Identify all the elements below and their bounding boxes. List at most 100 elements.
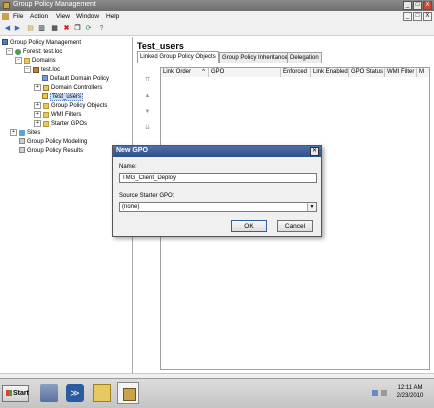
move-up-icon[interactable]: ▲ [144,93,151,100]
expand-icon[interactable]: + [34,120,41,127]
tree-label: Group Policy Management [10,40,82,46]
collapse-icon[interactable]: − [24,66,31,73]
tree-node-modeling[interactable]: Group Policy Modeling [19,138,87,146]
delete-icon[interactable]: ✖ [62,25,71,33]
explorer-icon[interactable] [93,384,111,402]
tree-node-default-policy[interactable]: Default Domain Policy [42,75,109,83]
powershell-icon[interactable]: ≫ [66,384,84,402]
move-bottom-icon[interactable]: ⇊ [144,125,151,132]
name-label: Name: [119,164,137,170]
tree-node-test-users[interactable]: Test_users [42,93,84,101]
group-policy-icon [123,388,136,401]
collapse-icon[interactable]: − [6,48,13,55]
server-manager-icon[interactable] [40,384,58,402]
gpo-link-icon [42,75,48,82]
source-starter-select[interactable]: (none) ▼ [119,202,317,212]
network-tray-icon[interactable] [372,390,378,396]
forward-icon[interactable]: ▶ [13,25,22,33]
tree-node-gpo-objects[interactable]: + Group Policy Objects [34,102,107,110]
tree-label: WMI Filters [51,112,82,119]
tab-linked-gpos[interactable]: Linked Group Policy Objects [137,51,219,63]
window-title: Group Policy Management [13,1,96,8]
tree-node-results[interactable]: Group Policy Results [19,147,83,155]
menu-window[interactable]: Window [76,13,99,20]
column-label: Link Order [163,69,192,75]
folder-icon [43,102,49,109]
selected-value: (none) [122,204,140,210]
gpo-name-input[interactable] [119,173,317,183]
expand-icon[interactable]: + [34,102,41,109]
tree-node-root[interactable]: Group Policy Management [2,39,81,47]
help-icon[interactable]: ? [97,25,106,33]
gpmc-taskbar-icon[interactable] [117,382,139,404]
move-top-icon[interactable]: ⇈ [144,77,151,84]
collapse-icon[interactable]: − [15,57,22,64]
expand-icon[interactable]: + [34,111,41,118]
start-button[interactable]: Start [2,385,29,402]
column-modified[interactable]: M [417,68,429,77]
tree-label: Starter GPOs [51,121,88,128]
menu-help[interactable]: Help [106,13,119,20]
menu-file[interactable]: File [13,13,23,20]
menu-action[interactable]: Action [30,13,48,20]
window-title-bar[interactable]: Group Policy Management _ □ X [0,0,434,11]
tree-label: Forest: test.loc [23,49,63,56]
folder-icon [43,111,49,118]
tab-delegation[interactable]: Delegation [287,52,322,63]
close-button[interactable]: X [423,1,432,10]
column-wmi-filter[interactable]: WMI Filter [385,68,417,77]
back-icon[interactable]: ◀ [3,25,12,33]
ok-button[interactable]: OK [231,220,267,232]
sort-ascending-icon: ^ [202,69,205,75]
copy-icon[interactable]: ❐ [73,25,82,33]
column-gpo-status[interactable]: GPO Status [349,68,385,77]
minimize-button[interactable]: _ [403,1,412,10]
modeling-icon [19,138,25,145]
system-clock[interactable]: 12:11 AM 2/23/2010 [390,384,430,400]
menu-bar: File Action View Window Help _ □ X [0,11,434,22]
column-link-order[interactable]: Link Order ^ [161,68,209,77]
expand-icon[interactable]: + [10,129,17,136]
source-starter-label: Source Starter GPO: [119,193,175,199]
chevron-down-icon[interactable]: ▼ [307,203,316,211]
tree-label: Group Policy Objects [51,103,108,110]
tree-node-sites[interactable]: + Sites [10,129,40,137]
tree-label: Domains [32,58,56,65]
child-restore-button[interactable]: □ [413,12,422,21]
child-close-button[interactable]: X [423,12,432,21]
tree-node-domain[interactable]: − test.loc [24,66,60,74]
expand-icon[interactable]: + [34,84,41,91]
volume-tray-icon[interactable] [381,390,387,396]
refresh-icon[interactable]: ⟳ [84,25,93,33]
start-label: Start [13,390,29,397]
forest-icon [15,48,21,55]
child-minimize-button[interactable]: _ [403,12,412,21]
gpmc-icon [2,39,8,46]
show-tree-icon[interactable]: ▥ [37,25,46,33]
ou-icon [42,93,48,100]
toolbar: ◀ ▶ ▤ ▥ ▦ ✖ ❐ ⟳ ? [0,22,434,36]
mmc-icon[interactable] [2,13,9,20]
properties-icon[interactable]: ▦ [50,25,59,33]
tree-node-forest[interactable]: − Forest: test.loc [6,48,62,56]
group-policy-app-icon [3,2,10,9]
tree-node-starter-gpos[interactable]: + Starter GPOs [34,120,87,128]
taskbar: Start ≫ 12:11 AM 2/23/2010 [0,378,434,408]
tree-node-wmi-filters[interactable]: + WMI Filters [34,111,81,119]
move-down-icon[interactable]: ▼ [144,109,151,116]
up-folder-icon[interactable]: ▤ [26,25,35,33]
column-enforced[interactable]: Enforced [281,68,311,77]
dialog-title-bar[interactable]: New GPO ✕ [113,146,321,157]
column-link-enabled[interactable]: Link Enabled [311,68,349,77]
column-gpo[interactable]: GPO [209,68,281,77]
menu-view[interactable]: View [56,13,70,20]
tree-node-domains[interactable]: − Domains [15,57,56,65]
cancel-button[interactable]: Cancel [277,220,313,232]
tab-inheritance[interactable]: Group Policy Inheritance [219,52,291,63]
tree-node-domain-controllers[interactable]: + Domain Controllers [34,84,102,92]
tree-label: Default Domain Policy [50,76,110,82]
results-icon [19,147,25,154]
maximize-button[interactable]: □ [413,1,422,10]
dialog-close-button[interactable]: ✕ [310,147,319,156]
domains-folder-icon [24,57,30,64]
